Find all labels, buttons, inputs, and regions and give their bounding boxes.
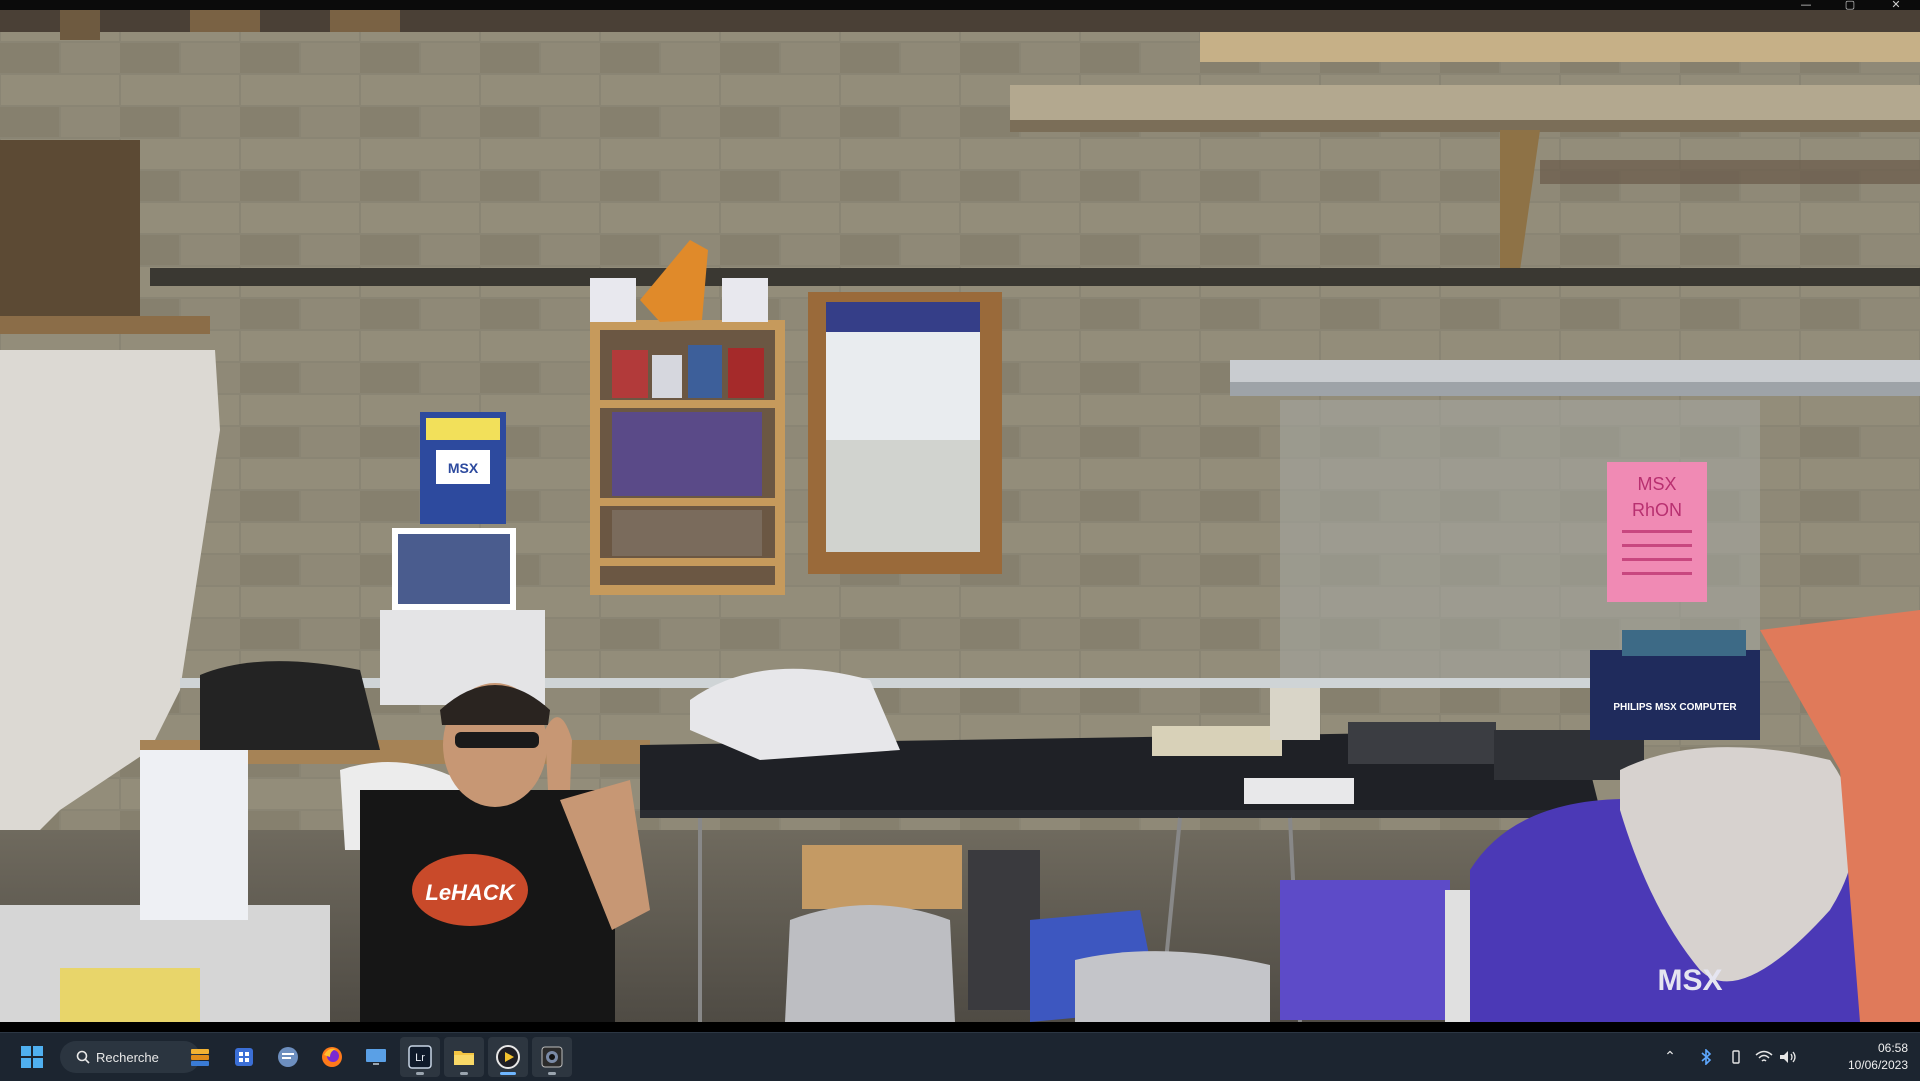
close-button[interactable]: ✕ <box>1876 0 1916 10</box>
wifi-icon[interactable] <box>1754 1047 1774 1067</box>
letterbox-bar <box>0 1022 1920 1032</box>
taskbar-lightroom[interactable]: Lr <box>400 1037 440 1077</box>
svg-text:MSX: MSX <box>448 460 479 476</box>
media-viewer-frame[interactable]: MSX MSX RhON PHILIPS MSX COMPUTER LeHACK… <box>0 10 1920 1022</box>
play-icon <box>496 1045 520 1069</box>
taskbar-camera-app[interactable] <box>532 1037 572 1077</box>
svg-text:Lr: Lr <box>415 1052 425 1064</box>
chevron-up-icon[interactable]: ⌃ <box>1660 1047 1680 1067</box>
msx-poster: MSX <box>420 412 506 524</box>
taskbar-media-player[interactable] <box>488 1037 528 1077</box>
bluetooth-icon[interactable] <box>1696 1047 1716 1067</box>
garage-photo: MSX MSX RhON PHILIPS MSX COMPUTER LeHACK… <box>0 10 1920 1022</box>
windows-icon <box>21 1046 43 1068</box>
chat-icon <box>278 1047 298 1067</box>
svg-text:MSX: MSX <box>1657 964 1722 997</box>
clock-time: 06:58 <box>1877 1041 1908 1055</box>
taskbar-file-explorer[interactable] <box>444 1037 484 1077</box>
running-indicator <box>460 1072 468 1075</box>
lightroom-icon: Lr <box>408 1045 432 1069</box>
svg-text:RhON: RhON <box>1632 500 1682 520</box>
taskbar-app-2[interactable] <box>224 1037 264 1077</box>
store-icon <box>235 1048 253 1066</box>
svg-text:MSX: MSX <box>1637 474 1676 494</box>
camera-icon <box>541 1046 563 1068</box>
app-stack-icon <box>191 1049 209 1066</box>
running-indicator <box>548 1072 556 1075</box>
taskbar-app-1[interactable] <box>180 1037 220 1077</box>
running-indicator <box>500 1072 516 1075</box>
folder-icon <box>454 1051 474 1065</box>
volume-icon[interactable] <box>1778 1047 1798 1067</box>
pink-sign: MSX RhON <box>1607 462 1707 602</box>
usb-device-icon[interactable] <box>1726 1047 1746 1067</box>
svg-text:LeHACK: LeHACK <box>425 880 516 905</box>
taskbar-firefox[interactable] <box>312 1037 352 1077</box>
clock[interactable]: 06:58 10/06/2023 <box>1832 1040 1908 1074</box>
start-button[interactable] <box>12 1037 52 1077</box>
desktop: — ▢ ✕ MSX MSX RhON PHILIPS MSX COMPUTER … <box>0 0 1920 1081</box>
search-label: Recherche <box>96 1049 159 1065</box>
firefox-icon <box>322 1047 342 1067</box>
window-titlebar: — ▢ ✕ <box>0 0 1920 10</box>
system-tray: ⌃ 06:58 10/06/2023 <box>1600 1033 1920 1081</box>
taskbar: Recherche Lr ⌃ 06:58 10/06/2023 <box>0 1032 1920 1081</box>
running-indicator <box>416 1072 424 1075</box>
search-icon <box>76 1050 90 1064</box>
monitor-icon <box>366 1049 386 1065</box>
taskbar-app-3[interactable] <box>268 1037 308 1077</box>
maximize-button[interactable]: ▢ <box>1830 0 1870 10</box>
taskbar-desktop[interactable] <box>356 1037 396 1077</box>
search-box[interactable]: Recherche <box>60 1041 200 1073</box>
minimize-button[interactable]: — <box>1786 0 1826 10</box>
garage-window <box>808 292 1002 574</box>
svg-text:PHILIPS MSX COMPUTER: PHILIPS MSX COMPUTER <box>1613 702 1737 713</box>
clock-date: 10/06/2023 <box>1847 1058 1908 1072</box>
wall-shelf <box>590 240 785 595</box>
